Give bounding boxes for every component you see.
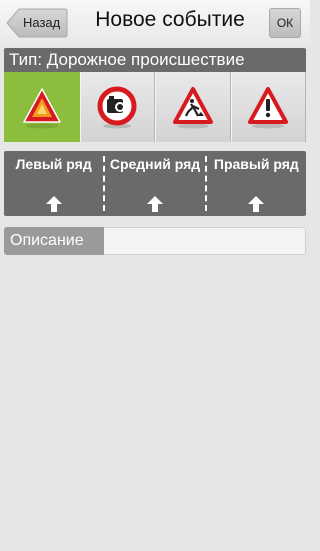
description-label: Описание <box>4 227 104 255</box>
lane-left-button[interactable]: Левый ряд <box>4 151 103 216</box>
page-title: Новое событие <box>95 8 245 31</box>
danger-warning-icon <box>248 87 289 129</box>
accident-warning-icon <box>23 88 61 129</box>
arrow-up-icon <box>146 196 163 212</box>
lane-selector: Левый ряд Средний ряд Правый ряд <box>4 151 306 216</box>
type-option-danger[interactable] <box>230 72 306 142</box>
lane-middle-label: Средний ряд <box>109 156 201 172</box>
arrow-up-icon <box>248 196 265 212</box>
event-type-selector <box>4 72 306 142</box>
lane-right-button[interactable]: Правый ряд <box>207 151 306 216</box>
type-option-roadworks[interactable] <box>155 72 231 142</box>
description-row: Описание <box>4 227 306 255</box>
ok-button[interactable]: ОК <box>269 8 301 38</box>
arrow-up-icon <box>45 196 62 212</box>
speed-camera-icon <box>97 86 137 129</box>
type-option-accident[interactable] <box>4 72 80 142</box>
type-option-camera[interactable] <box>79 72 155 142</box>
header-bar: Назад Новое событие ОК <box>0 0 310 44</box>
road-works-icon <box>172 87 213 129</box>
lane-left-label: Левый ряд <box>15 156 92 172</box>
lane-middle-button[interactable]: Средний ряд <box>105 151 204 216</box>
description-input[interactable] <box>104 227 306 255</box>
back-button-label: Назад <box>23 15 61 30</box>
lane-right-label: Правый ряд <box>213 156 299 172</box>
back-button[interactable]: Назад <box>6 8 68 38</box>
event-type-label: Тип: Дорожное происшествие <box>4 48 306 72</box>
